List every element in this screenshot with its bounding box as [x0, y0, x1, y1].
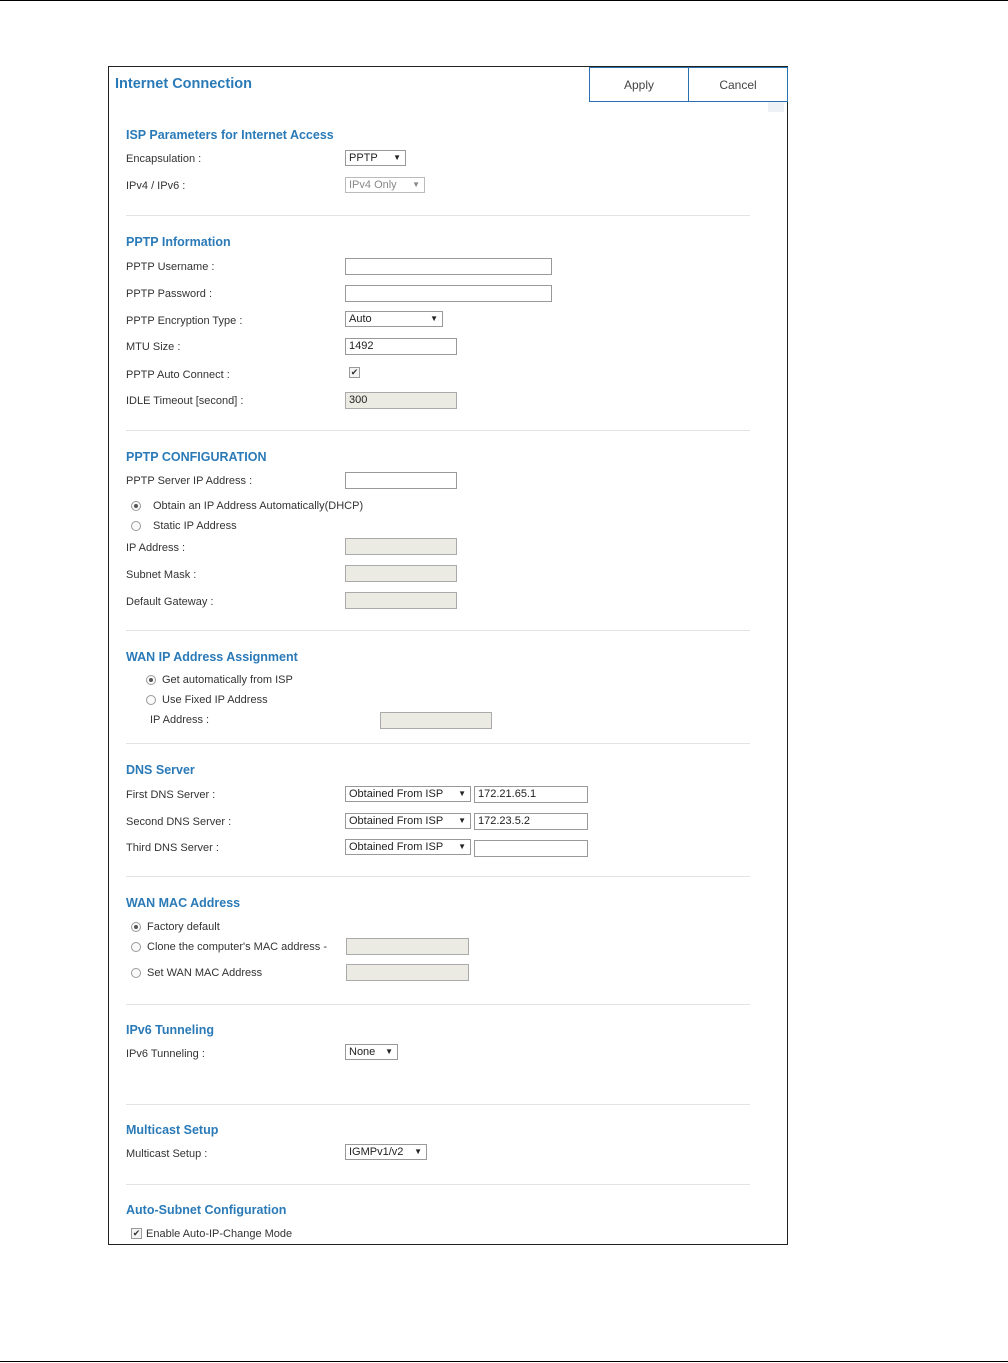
default-gateway-input[interactable]	[345, 592, 457, 609]
auto-ip-change-checkbox[interactable]: ✔	[131, 1228, 142, 1239]
chevron-down-icon: ▼	[458, 816, 466, 825]
pptp-autoconnect-checkbox[interactable]: ✔	[349, 367, 360, 378]
pptp-password-input[interactable]	[345, 285, 552, 302]
dns-heading: DNS Server	[126, 763, 195, 777]
section-divider	[126, 1104, 750, 1105]
dns-third-label: Third DNS Server :	[126, 842, 219, 854]
mtu-label: MTU Size :	[126, 341, 181, 353]
mac-factory-radio[interactable]	[131, 922, 141, 932]
mac-clone-label: Clone the computer's MAC address -	[147, 941, 328, 953]
ip-address-label: IP Address :	[126, 542, 186, 554]
pptp-username-label: PPTP Username :	[126, 261, 215, 273]
section-divider	[126, 215, 750, 216]
multicast-heading: Multicast Setup	[126, 1123, 219, 1137]
pptp-server-input[interactable]	[345, 472, 457, 489]
pptp-autoconnect-label: PPTP Auto Connect :	[126, 369, 230, 381]
isp-section-heading: ISP Parameters for Internet Access	[126, 128, 334, 142]
multicast-label: Multicast Setup :	[126, 1148, 208, 1160]
idle-timeout-input[interactable]: 300	[345, 392, 457, 409]
chevron-down-icon: ▼	[414, 1147, 422, 1156]
wan-ip-auto-radio[interactable]	[146, 675, 156, 685]
auto-ip-change-label: Enable Auto-IP-Change Mode	[146, 1228, 293, 1240]
ipver-select[interactable]: IPv4 Only ▼	[345, 177, 425, 193]
dns-first-mode-select[interactable]: Obtained From ISP ▼	[345, 786, 471, 802]
pptp-config-heading: PPTP CONFIGURATION	[126, 450, 267, 464]
dns-third-input[interactable]	[474, 840, 588, 857]
pptp-server-label: PPTP Server IP Address :	[126, 475, 253, 487]
multicast-select[interactable]: IGMPv1/v2 ▼	[345, 1144, 427, 1160]
chevron-down-icon: ▼	[458, 789, 466, 798]
section-divider	[126, 1184, 750, 1185]
ipver-label: IPv4 / IPv6 :	[126, 180, 186, 192]
scrollbar[interactable]	[768, 102, 784, 112]
section-divider	[126, 630, 750, 631]
mac-factory-label: Factory default	[147, 921, 220, 933]
encapsulation-label: Encapsulation :	[126, 153, 202, 165]
chevron-down-icon: ▼	[412, 180, 420, 189]
chevron-down-icon: ▼	[458, 842, 466, 851]
page-bottom-rule	[0, 1361, 1008, 1362]
section-divider	[126, 743, 750, 744]
encapsulation-select[interactable]: PPTP ▼	[345, 150, 406, 166]
apply-button[interactable]: Apply	[589, 67, 689, 102]
dns-third-mode-select[interactable]: Obtained From ISP ▼	[345, 839, 471, 855]
mac-set-label: Set WAN MAC Address	[147, 967, 263, 979]
section-divider	[126, 430, 750, 431]
wan-ip-fixed-radio[interactable]	[146, 695, 156, 705]
static-ip-radio-label: Static IP Address	[153, 520, 237, 532]
wan-ip-address-input[interactable]	[380, 712, 492, 729]
mac-set-radio[interactable]	[131, 968, 141, 978]
dhcp-radio-label: Obtain an IP Address Automatically(DHCP)	[153, 500, 364, 512]
cancel-button[interactable]: Cancel	[688, 67, 788, 102]
dns-first-input[interactable]: 172.21.65.1	[474, 786, 588, 803]
chevron-down-icon: ▼	[393, 153, 401, 162]
pptp-password-label: PPTP Password :	[126, 288, 212, 300]
wan-ip-fixed-label: Use Fixed IP Address	[162, 694, 268, 706]
wan-mac-heading: WAN MAC Address	[126, 896, 241, 910]
pptp-encryption-label: PPTP Encryption Type :	[126, 315, 243, 327]
auto-subnet-heading: Auto-Subnet Configuration	[126, 1203, 287, 1217]
section-divider	[126, 876, 750, 877]
dhcp-radio[interactable]	[131, 501, 141, 511]
ip-address-input[interactable]	[345, 538, 457, 555]
mac-clone-radio[interactable]	[131, 942, 141, 952]
dns-second-input[interactable]: 172.23.5.2	[474, 813, 588, 830]
subnet-mask-input[interactable]	[345, 565, 457, 582]
chevron-down-icon: ▼	[385, 1047, 393, 1056]
mac-set-input[interactable]	[346, 964, 469, 981]
mac-clone-input[interactable]	[346, 938, 469, 955]
dns-second-mode-select[interactable]: Obtained From ISP ▼	[345, 813, 471, 829]
chevron-down-icon: ▼	[430, 314, 438, 323]
ipv6-heading: IPv6 Tunneling	[126, 1023, 214, 1037]
page-top-rule	[0, 0, 1008, 1]
mtu-input[interactable]: 1492	[345, 338, 457, 355]
wan-ip-address-label: IP Address :	[150, 714, 210, 726]
pptp-info-heading: PPTP Information	[126, 235, 231, 249]
wan-ip-auto-label: Get automatically from ISP	[162, 674, 293, 686]
pptp-username-input[interactable]	[345, 258, 552, 275]
static-ip-radio[interactable]	[131, 521, 141, 531]
ipv6-tunneling-label: IPv6 Tunneling :	[126, 1048, 205, 1060]
ipv6-tunneling-select[interactable]: None ▼	[345, 1044, 398, 1060]
section-divider	[126, 1004, 750, 1005]
page-title: Internet Connection	[115, 76, 252, 92]
wan-ip-heading: WAN IP Address Assignment	[126, 650, 298, 664]
dns-first-label: First DNS Server :	[126, 789, 216, 801]
subnet-mask-label: Subnet Mask :	[126, 569, 197, 581]
default-gateway-label: Default Gateway :	[126, 596, 214, 608]
pptp-encryption-select[interactable]: Auto ▼	[345, 311, 443, 327]
dns-second-label: Second DNS Server :	[126, 816, 232, 828]
idle-timeout-label: IDLE Timeout [second] :	[126, 395, 244, 407]
internet-connection-panel: Internet Connection Apply Cancel ISP Par…	[108, 66, 788, 1245]
